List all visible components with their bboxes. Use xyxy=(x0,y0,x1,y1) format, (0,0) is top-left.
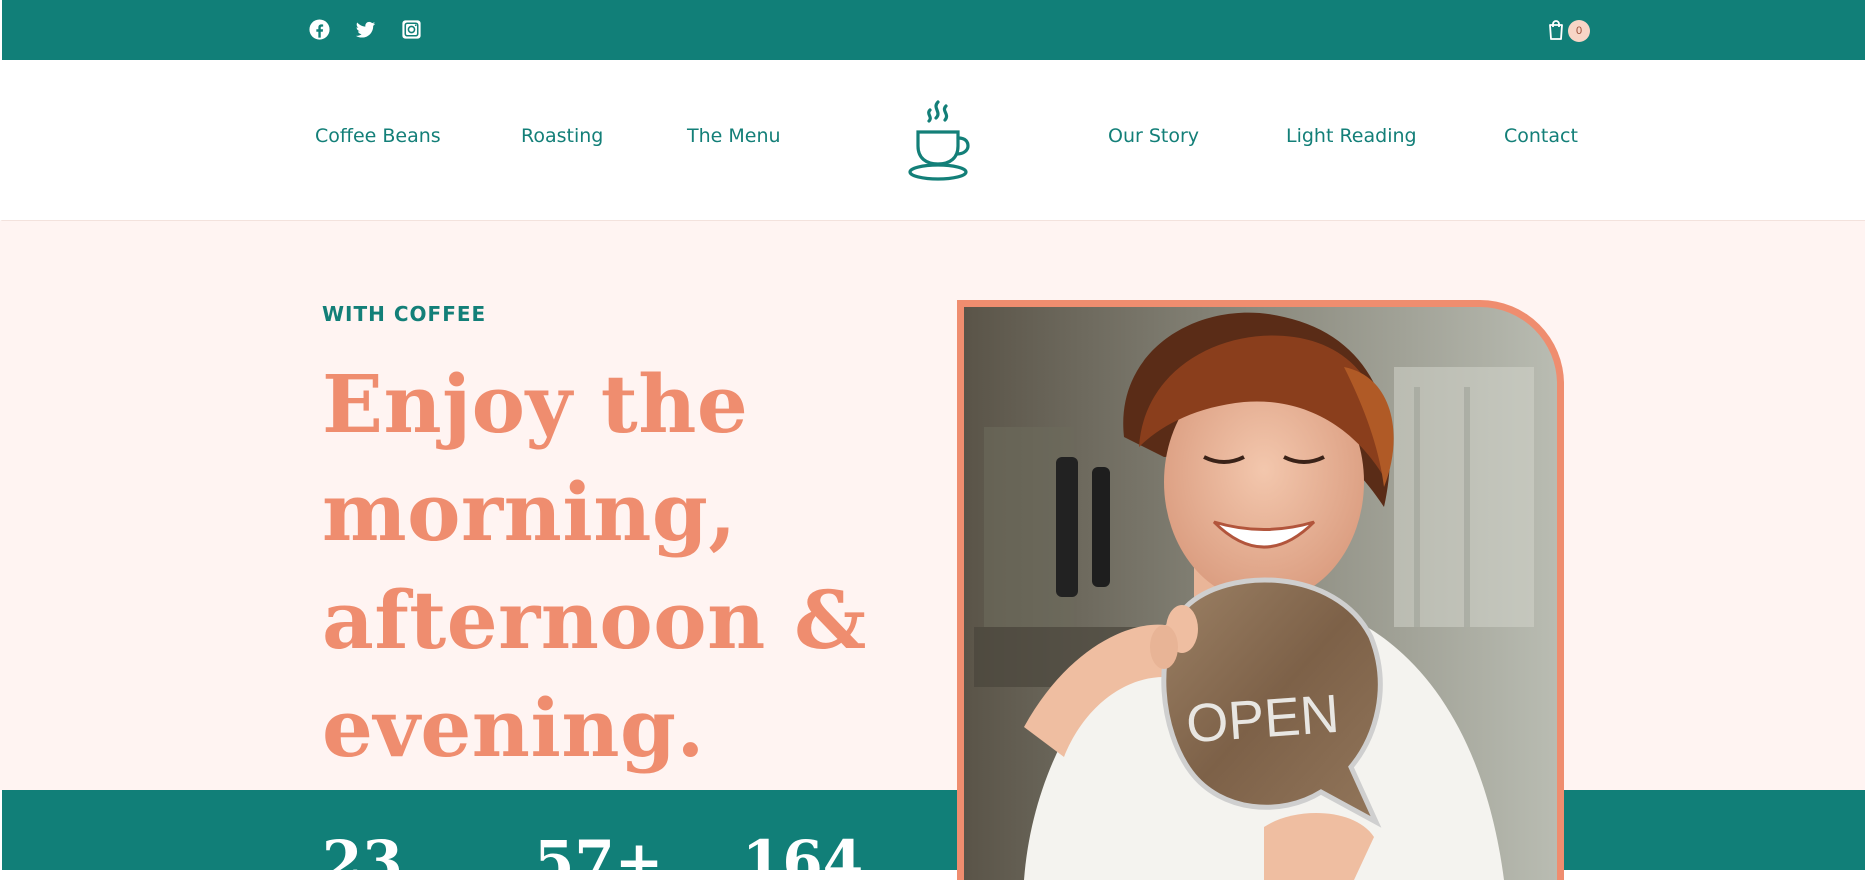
cart-count-badge: 0 xyxy=(1568,20,1590,42)
coffee-cup-icon[interactable] xyxy=(908,98,976,184)
nav-roasting[interactable]: Roasting xyxy=(521,125,603,147)
barista-holding-open-sign-photo: OPEN xyxy=(964,307,1557,880)
social-links xyxy=(308,18,423,41)
stat-value: 23 xyxy=(322,828,403,870)
cart-button[interactable]: 0 xyxy=(1546,18,1592,42)
headline-line: afternoon & xyxy=(322,573,867,667)
instagram-icon[interactable] xyxy=(400,18,423,41)
stat-value: 164 xyxy=(742,828,864,870)
hero-headline: Enjoy the morning, afternoon & evening. xyxy=(322,350,942,782)
open-sign-text: OPEN xyxy=(1184,684,1341,755)
headline-line: morning, xyxy=(322,465,737,559)
hero-photo-frame: OPEN xyxy=(957,300,1564,880)
facebook-icon[interactable] xyxy=(308,18,331,41)
shopping-bag-icon xyxy=(1549,20,1563,40)
nav-light-reading[interactable]: Light Reading xyxy=(1286,125,1417,147)
nav-our-story[interactable]: Our Story xyxy=(1108,125,1199,147)
stats-band: 23 57+ 164 xyxy=(0,790,1865,870)
page: 0 Coffee Beans Roasting The Menu Our Sto… xyxy=(0,0,1865,880)
nav-coffee-beans[interactable]: Coffee Beans xyxy=(315,125,441,147)
hero-eyebrow: WITH COFFEE xyxy=(322,302,487,326)
nav-the-menu[interactable]: The Menu xyxy=(687,125,781,147)
page-bottom-edge xyxy=(0,870,1865,880)
headline-line: Enjoy the xyxy=(322,357,749,451)
stat-value: 57+ xyxy=(534,828,664,870)
nav-contact[interactable]: Contact xyxy=(1504,125,1578,147)
top-bar: 0 xyxy=(0,0,1865,60)
twitter-icon[interactable] xyxy=(354,18,377,41)
headline-line: evening. xyxy=(322,681,705,775)
